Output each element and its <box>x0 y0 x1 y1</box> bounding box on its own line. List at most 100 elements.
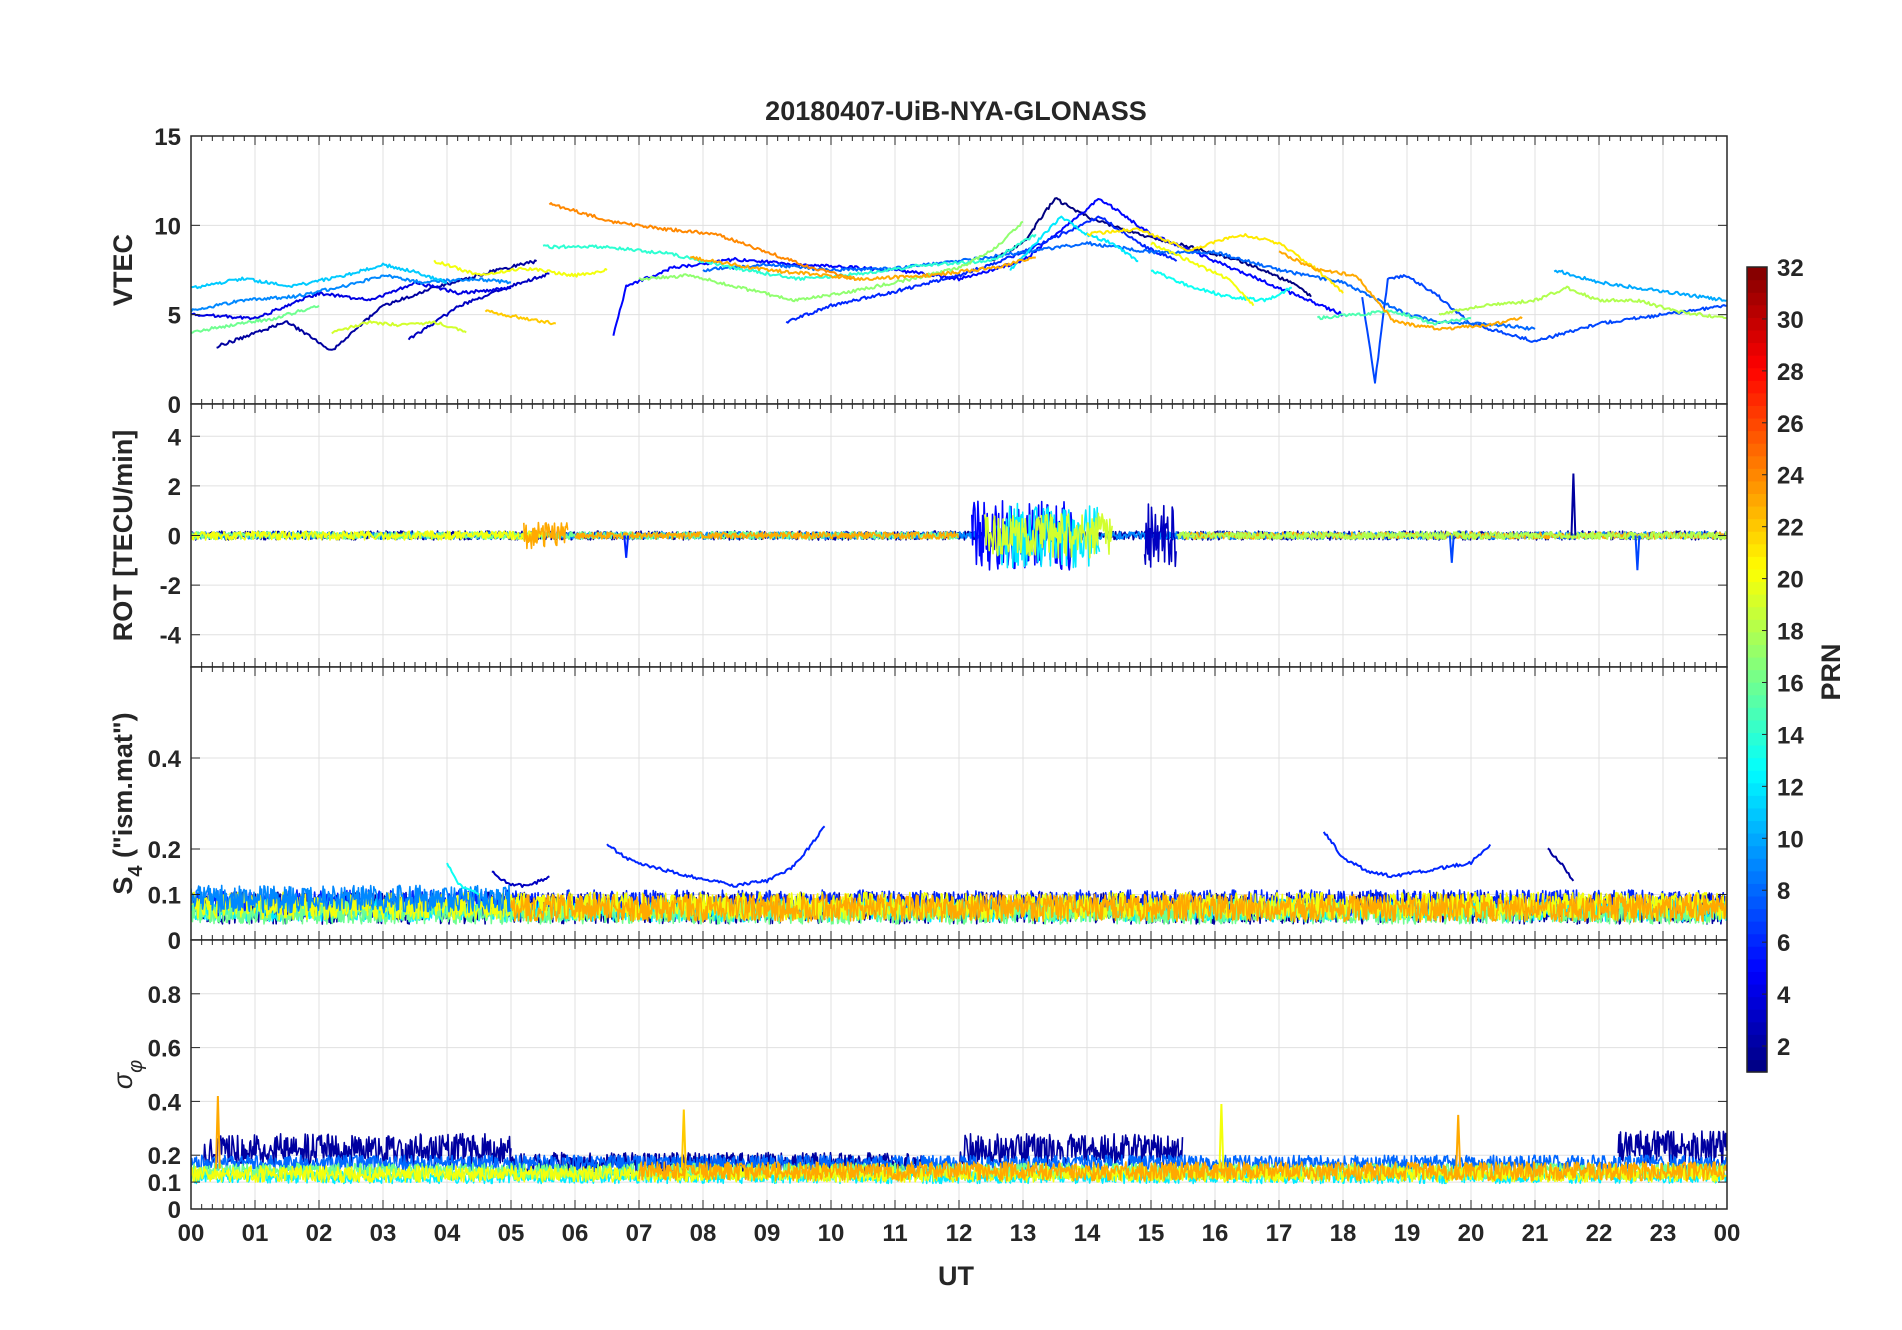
colorbar-segment <box>1747 1034 1767 1048</box>
colorbar-tick-label: 4 <box>1777 982 1791 1009</box>
colorbar-tick-label: 18 <box>1777 619 1804 646</box>
colorbar-segment <box>1747 820 1767 834</box>
x-tick-label: 01 <box>242 1220 269 1247</box>
y-tick-label: 0 <box>168 928 181 955</box>
x-tick-label: 00 <box>1714 1220 1741 1247</box>
y-axis-label-rest: ("ism.mat") <box>108 712 138 865</box>
y-tick-label: 15 <box>154 124 181 151</box>
x-tick-label: 23 <box>1650 1220 1677 1247</box>
colorbar-segment <box>1747 518 1767 532</box>
y-tick-label: 0.4 <box>148 746 182 773</box>
colorbar-segment <box>1747 355 1767 369</box>
colorbar-segment <box>1747 304 1767 318</box>
colorbar-segment <box>1747 1021 1767 1035</box>
panel-rot: -4 -2 0 2 4 ROT [TECU/min] <box>108 403 1728 668</box>
y-tick-label: 0.1 <box>148 1170 181 1197</box>
y-tick-label: 0 <box>168 524 181 551</box>
colorbar-segment <box>1747 895 1767 910</box>
colorbar-segment <box>1747 556 1767 570</box>
x-tick-label: 22 <box>1586 1220 1613 1247</box>
colorbar-segment <box>1747 782 1767 796</box>
colorbar-tick-label: 26 <box>1777 411 1804 438</box>
colorbar-segment <box>1747 480 1767 495</box>
colorbar-segment <box>1747 329 1767 344</box>
colorbar-segment <box>1747 1046 1767 1061</box>
x-tick-label: 12 <box>946 1220 973 1247</box>
panel-vtec: 0 5 10 15 VTEC <box>108 124 1728 419</box>
colorbar-segment <box>1747 543 1767 557</box>
colorbar-segment <box>1747 921 1767 935</box>
colorbar-segment <box>1747 770 1767 784</box>
colorbar-segment <box>1747 493 1767 507</box>
x-tick-label: 19 <box>1394 1220 1421 1247</box>
colorbar-segment <box>1747 606 1767 620</box>
x-tick-label: 00 <box>178 1220 205 1247</box>
colorbar-tick-label: 8 <box>1777 878 1790 905</box>
x-tick-label: 18 <box>1330 1220 1357 1247</box>
colorbar-segment <box>1747 455 1767 469</box>
x-tick-label: 13 <box>1010 1220 1037 1247</box>
colorbar-segment <box>1747 279 1767 293</box>
colorbar-segment <box>1747 505 1767 520</box>
colorbar-segment <box>1747 531 1767 545</box>
colorbar-segment <box>1747 858 1767 872</box>
colorbar-segment <box>1747 908 1767 922</box>
y-tick-label: 0.4 <box>148 1089 182 1116</box>
colorbar-segment <box>1747 594 1767 608</box>
x-tick-label: 08 <box>690 1220 717 1247</box>
colorbar-segment <box>1747 631 1767 645</box>
colorbar-segment <box>1747 946 1767 960</box>
x-tick-label: 21 <box>1522 1220 1549 1247</box>
colorbar-segment <box>1747 1059 1767 1073</box>
colorbar-segment <box>1747 983 1767 998</box>
y-tick-label: -2 <box>160 573 181 600</box>
panels: 051015VTEC-4-2024ROT [TECU/min]00.10.20.… <box>108 124 1740 1247</box>
colorbar-segment <box>1747 707 1767 721</box>
colorbar-tick-label: 30 <box>1777 307 1804 334</box>
colorbar-tick-label: 20 <box>1777 567 1804 594</box>
x-tick-label: 04 <box>434 1220 461 1247</box>
colorbar-segment <box>1747 392 1767 406</box>
y-tick-label: 2 <box>168 474 181 501</box>
colorbar-segment <box>1747 417 1767 432</box>
colorbar-tick-label: 2 <box>1777 1034 1790 1061</box>
colorbar-segment <box>1747 568 1767 583</box>
colorbar-segment <box>1747 581 1767 595</box>
x-tick-label: 17 <box>1266 1220 1293 1247</box>
colorbar-tick-label: 24 <box>1777 463 1804 490</box>
colorbar-segment <box>1747 292 1767 306</box>
colorbar-label: PRN <box>1816 643 1846 700</box>
x-tick-label: 20 <box>1458 1220 1485 1247</box>
y-tick-label: 0.2 <box>148 837 181 864</box>
y-axis-label-sub: φ <box>125 1060 147 1073</box>
panel-s4: 00.10.20.4S4 ("ism.mat") <box>108 666 1728 955</box>
colorbar-segment <box>1747 757 1767 771</box>
colorbar-segment <box>1747 380 1767 394</box>
colorbar-segment <box>1747 795 1767 809</box>
colorbar-tick-label: 12 <box>1777 774 1804 801</box>
y-tick-label: 4 <box>168 424 182 451</box>
y-tick-label: 10 <box>154 213 181 240</box>
y-tick-label: 0 <box>168 392 181 419</box>
colorbar-segment <box>1747 430 1767 444</box>
colorbar-tick-label: 28 <box>1777 359 1804 386</box>
colorbar-segment <box>1747 405 1767 419</box>
colorbar-segment <box>1747 656 1767 671</box>
x-tick-label: 06 <box>562 1220 589 1247</box>
x-tick-label: 02 <box>306 1220 333 1247</box>
colorbar-segment <box>1747 669 1767 683</box>
chart-title: 20180407-UiB-NYA-GLONASS <box>765 96 1147 126</box>
y-tick-label: 5 <box>168 303 181 330</box>
y-tick-label: -4 <box>160 623 182 650</box>
y-tick-label: 0.2 <box>148 1143 181 1170</box>
y-tick-label: 0.6 <box>148 1036 181 1063</box>
colorbar-segment <box>1747 996 1767 1010</box>
colorbar-segment <box>1747 744 1767 759</box>
y-axis-label-vtec: VTEC <box>108 234 138 306</box>
x-axis-label: UT <box>938 1261 974 1291</box>
y-axis-label-main: σ <box>108 1071 138 1089</box>
colorbar-segment <box>1747 719 1767 733</box>
x-tick-label: 03 <box>370 1220 397 1247</box>
colorbar-segment <box>1747 958 1767 972</box>
x-tick-label: 07 <box>626 1220 653 1247</box>
